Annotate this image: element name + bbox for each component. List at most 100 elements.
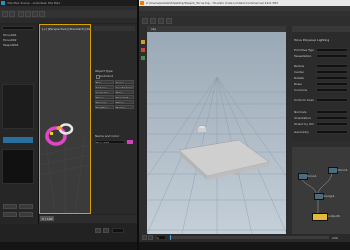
object-button[interactable]: Plane — [115, 100, 134, 104]
stop-button[interactable] — [148, 235, 153, 240]
taskbar-left — [0, 242, 137, 250]
max-viewport[interactable]: [+] [Perspective] [Standard] [Default Sh… — [39, 24, 91, 214]
object-button[interactable]: TextPlus — [95, 105, 114, 109]
color-swatch[interactable] — [127, 140, 133, 144]
param-row-label: Columns — [294, 88, 308, 92]
houdini-logo-icon — [140, 1, 144, 5]
right-window: C:/Users/publish/Desktop/Teapot_Torus.hi… — [139, 0, 350, 250]
rotate-tool-button[interactable] — [32, 11, 38, 17]
select-tool-icon[interactable] — [141, 40, 145, 44]
taskbar-right — [139, 242, 350, 250]
object-button[interactable]: Tube — [115, 90, 134, 94]
scale-tool-button[interactable] — [39, 11, 45, 17]
param-row-label: Radius — [294, 64, 305, 68]
left-window: 3ds Max Scene - Autodesk 3ds Max Torus00… — [0, 0, 137, 250]
param-field[interactable] — [316, 98, 348, 102]
shelf-tools[interactable] — [139, 16, 350, 26]
name-field[interactable]: Torus001 — [95, 140, 125, 144]
network-editor[interactable]: torus1 xform1 merge1 output0 — [292, 141, 350, 234]
houdini-timeline[interactable]: 1 240 — [139, 234, 350, 242]
frame-field[interactable]: 1 — [156, 235, 166, 240]
object-button[interactable]: Pyramid — [115, 95, 134, 99]
param-field[interactable] — [316, 76, 348, 80]
param-row-label: Normals — [294, 110, 307, 114]
param-path-bar[interactable] — [292, 26, 350, 32]
scene-explorer[interactable]: Torus001 Torus002 Teapot001 — [0, 24, 39, 239]
node-label: merge1 — [323, 194, 335, 198]
param-field[interactable] — [316, 116, 348, 120]
explorer-detail-list[interactable] — [2, 149, 34, 184]
node-output[interactable] — [312, 213, 328, 221]
torus-pink — [45, 126, 67, 146]
time-cursor[interactable] — [170, 235, 171, 240]
app-logo-icon — [1, 1, 5, 5]
explorer-item[interactable]: Teapot001 — [3, 43, 33, 47]
param-field[interactable] — [316, 54, 348, 58]
explorer-search[interactable] — [2, 26, 34, 30]
redo-button[interactable] — [9, 11, 15, 17]
ribbon-strip[interactable] — [0, 18, 137, 23]
object-button[interactable]: Hedra — [115, 105, 134, 109]
param-field[interactable] — [316, 82, 348, 86]
frame-field[interactable] — [112, 228, 124, 233]
object-button[interactable]: GeoSphere — [115, 85, 134, 89]
object-button[interactable]: Cone — [115, 80, 134, 84]
viewport-path-label: obj — [151, 27, 156, 31]
node-label: torus1 — [307, 174, 317, 178]
panel-tabs[interactable] — [94, 26, 135, 31]
max-statusbar — [0, 224, 137, 242]
param-row-label: Tessellation — [294, 54, 312, 58]
object-button[interactable]: Box — [95, 80, 114, 84]
shelf-tool[interactable] — [166, 18, 172, 24]
play-button[interactable] — [142, 235, 147, 240]
rotate-tool-icon[interactable] — [141, 56, 145, 60]
param-row-label: Uniform Scale — [294, 98, 314, 102]
param-field[interactable] — [316, 110, 348, 114]
param-row-label: Orientation — [294, 116, 311, 120]
select-tool-button[interactable] — [18, 11, 24, 17]
viewport-grid — [40, 134, 90, 213]
explorer-list[interactable] — [2, 84, 34, 129]
object-button[interactable]: Torus — [95, 95, 114, 99]
gizmo-yellow — [50, 132, 53, 135]
key-button[interactable] — [103, 228, 109, 233]
explorer-button[interactable] — [19, 212, 33, 217]
explorer-item[interactable]: Torus002 — [3, 38, 33, 42]
param-row-label: Rotate — [294, 76, 304, 80]
param-field[interactable] — [316, 88, 348, 92]
parameters-pane[interactable]: Torus Polysoup Lighting Primitive Type T… — [292, 26, 350, 141]
explorer-button[interactable] — [3, 212, 17, 217]
object-button[interactable]: Sphere — [95, 85, 114, 89]
max-timeline[interactable]: 0 / 100 — [39, 215, 137, 223]
param-field[interactable] — [316, 130, 348, 134]
shelf-tool[interactable] — [150, 18, 156, 24]
play-button[interactable] — [95, 228, 101, 233]
move-tool-button[interactable] — [25, 11, 31, 17]
command-panel[interactable]: Object Type AutoGrid Box Cone Sphere Geo… — [92, 24, 137, 214]
explorer-item[interactable]: Torus001 — [3, 33, 33, 37]
explorer-button[interactable] — [3, 204, 17, 209]
param-field[interactable] — [316, 70, 348, 74]
shelf-tool[interactable] — [142, 18, 148, 24]
end-frame: 240 — [332, 236, 338, 240]
param-field[interactable] — [316, 48, 348, 52]
object-button[interactable]: Teapot — [95, 100, 114, 104]
object-button[interactable]: Cylinder — [95, 90, 114, 94]
move-tool-icon[interactable] — [141, 48, 145, 52]
undo-button[interactable] — [2, 11, 8, 17]
torus-objects[interactable] — [42, 120, 88, 150]
node-label: output0 — [328, 214, 340, 218]
param-row-label: Geometry — [294, 130, 309, 134]
time-bar[interactable] — [169, 236, 329, 239]
object-type-label: Object Type — [95, 69, 113, 73]
houdini-viewport[interactable]: obj — [147, 26, 286, 234]
main-toolbar[interactable] — [0, 10, 137, 18]
shelf-tool[interactable] — [158, 18, 164, 24]
right-window-title: C:/Users/publish/Desktop/Teapot_Torus.hi… — [146, 1, 278, 5]
param-row-label: Center — [294, 70, 305, 74]
param-field[interactable] — [316, 64, 348, 68]
explorer-button[interactable] — [19, 204, 33, 209]
viewport-tool-strip[interactable] — [139, 26, 147, 234]
time-range: 0 / 100 — [42, 217, 53, 221]
param-field[interactable] — [316, 122, 348, 126]
